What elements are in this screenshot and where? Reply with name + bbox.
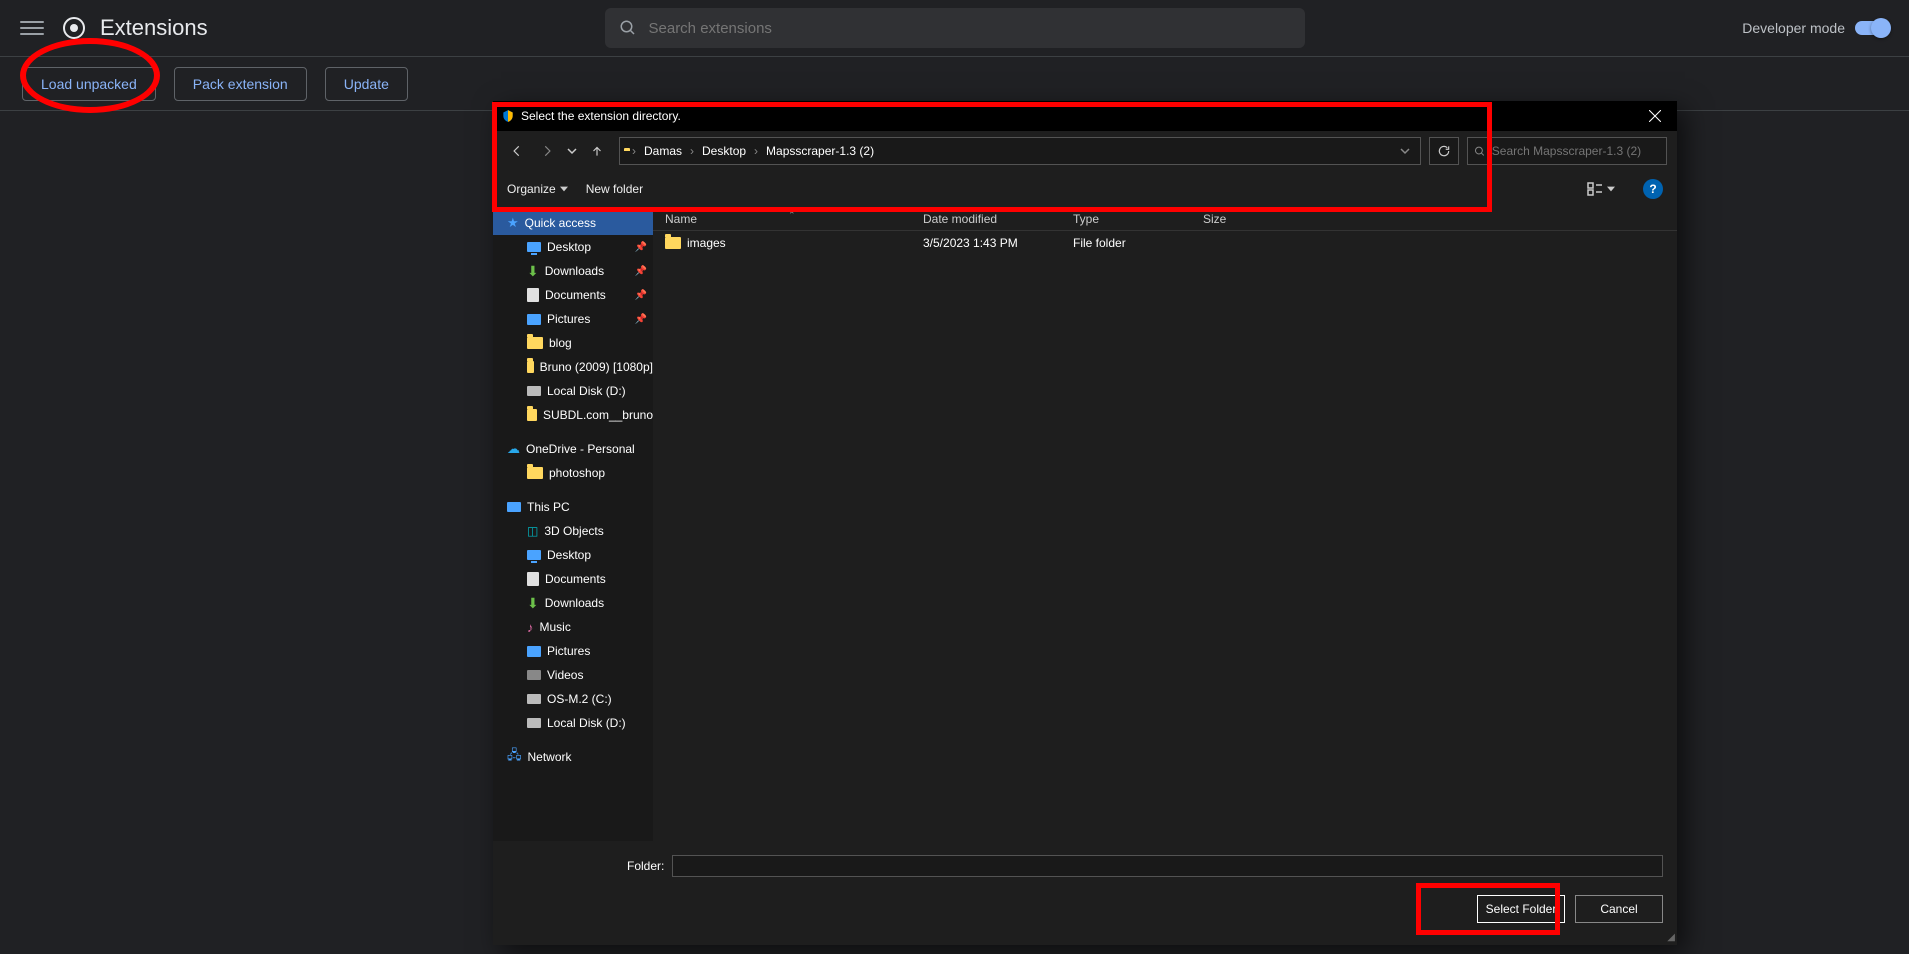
tree-item[interactable]: Videos: [493, 663, 653, 687]
tree-item[interactable]: Documents📌: [493, 283, 653, 307]
close-button[interactable]: [1632, 101, 1677, 131]
menu-icon[interactable]: [20, 16, 44, 40]
new-folder-label: New folder: [586, 182, 643, 196]
organize-label: Organize: [507, 182, 556, 196]
column-name[interactable]: Name ⌃: [653, 212, 923, 226]
tree-item[interactable]: ⬇Downloads: [493, 591, 653, 615]
folder-icon: [665, 237, 681, 249]
cancel-button[interactable]: Cancel: [1575, 895, 1663, 923]
back-button[interactable]: [503, 137, 531, 165]
view-icon: [1587, 182, 1603, 196]
dialog-title: Select the extension directory.: [521, 109, 681, 123]
tree-item[interactable]: ⬇Downloads📌: [493, 259, 653, 283]
tree-this-pc[interactable]: This PC: [493, 495, 653, 519]
tree-item[interactable]: SUBDL.com__bruno: [493, 403, 653, 427]
tree-item[interactable]: Local Disk (D:): [493, 711, 653, 735]
chevron-down-icon: [560, 185, 568, 193]
search-input[interactable]: [649, 20, 1291, 37]
file-row[interactable]: images 3/5/2023 1:43 PM File folder: [653, 231, 1677, 255]
dialog-titlebar: Select the extension directory.: [493, 101, 1677, 131]
tree-item[interactable]: Desktop: [493, 543, 653, 567]
tree-item[interactable]: ♪Music: [493, 615, 653, 639]
tree-quick-access[interactable]: ★Quick access: [493, 211, 653, 235]
dialog-toolbar: Organize New folder ?: [493, 171, 1677, 207]
search-extensions[interactable]: [605, 8, 1305, 48]
dialog-footer: Folder: Select Folder Cancel ◢: [493, 845, 1677, 945]
shield-icon: [501, 109, 515, 123]
dialog-navbar: › Damas › Desktop › Mapsscraper-1.3 (2): [493, 131, 1677, 171]
organize-dropdown[interactable]: Organize: [507, 182, 568, 196]
column-size[interactable]: Size: [1203, 212, 1293, 226]
pack-extension-button[interactable]: Pack extension: [174, 67, 307, 101]
view-options[interactable]: [1587, 182, 1615, 196]
column-type[interactable]: Type: [1073, 212, 1203, 226]
chevron-down-icon: [1607, 185, 1615, 193]
tree-item[interactable]: Pictures: [493, 639, 653, 663]
help-button[interactable]: ?: [1643, 179, 1663, 199]
tree-network[interactable]: 🖧Network: [493, 745, 653, 769]
developer-mode: Developer mode: [1742, 20, 1889, 36]
column-headers: Name ⌃ Date modified Type Size: [653, 207, 1677, 231]
page-title: Extensions: [100, 15, 208, 41]
breadcrumb-segment[interactable]: Desktop: [696, 138, 752, 164]
extensions-logo-icon: [60, 14, 88, 42]
tree-item[interactable]: Pictures📌: [493, 307, 653, 331]
nav-tree: ★Quick accessDesktop📌⬇Downloads📌Document…: [493, 207, 653, 841]
up-button[interactable]: [583, 137, 611, 165]
address-bar[interactable]: › Damas › Desktop › Mapsscraper-1.3 (2): [619, 137, 1421, 165]
breadcrumb-segment[interactable]: Damas: [638, 138, 688, 164]
resize-grip-icon[interactable]: ◢: [1667, 932, 1675, 943]
developer-mode-toggle[interactable]: [1855, 21, 1889, 35]
dialog-search-input[interactable]: [1492, 144, 1660, 158]
tree-onedrive[interactable]: ☁OneDrive - Personal: [493, 437, 653, 461]
forward-button[interactable]: [533, 137, 561, 165]
search-icon: [1474, 145, 1486, 158]
extensions-header: Extensions Developer mode: [0, 0, 1909, 56]
tree-item[interactable]: OS-M.2 (C:): [493, 687, 653, 711]
column-date[interactable]: Date modified: [923, 212, 1073, 226]
dialog-search[interactable]: [1467, 137, 1667, 165]
tree-item[interactable]: photoshop: [493, 461, 653, 485]
update-button[interactable]: Update: [325, 67, 408, 101]
chevron-right-icon: ›: [630, 144, 638, 158]
folder-label: Folder:: [627, 859, 664, 873]
folder-input[interactable]: [672, 855, 1663, 877]
tree-item[interactable]: Bruno (2009) [1080p]: [493, 355, 653, 379]
address-dropdown[interactable]: [1394, 146, 1416, 156]
tree-item[interactable]: ◫3D Objects: [493, 519, 653, 543]
tree-item[interactable]: blog: [493, 331, 653, 355]
file-pane: Name ⌃ Date modified Type Size images 3/…: [653, 207, 1677, 841]
sort-asc-icon: ⌃: [788, 210, 796, 221]
search-icon: [619, 19, 637, 37]
tree-item[interactable]: Documents: [493, 567, 653, 591]
chevron-right-icon: ›: [752, 144, 760, 158]
tree-item[interactable]: Desktop📌: [493, 235, 653, 259]
chevron-right-icon: ›: [688, 144, 696, 158]
file-dialog: Select the extension directory. › Damas …: [493, 101, 1677, 945]
new-folder-button[interactable]: New folder: [586, 182, 643, 196]
breadcrumb-segment[interactable]: Mapsscraper-1.3 (2): [760, 138, 880, 164]
load-unpacked-button[interactable]: Load unpacked: [22, 67, 156, 101]
select-folder-button[interactable]: Select Folder: [1477, 895, 1565, 923]
tree-item[interactable]: Local Disk (D:): [493, 379, 653, 403]
refresh-button[interactable]: [1429, 137, 1459, 165]
recent-dropdown[interactable]: [563, 137, 581, 165]
developer-mode-label: Developer mode: [1742, 20, 1845, 36]
